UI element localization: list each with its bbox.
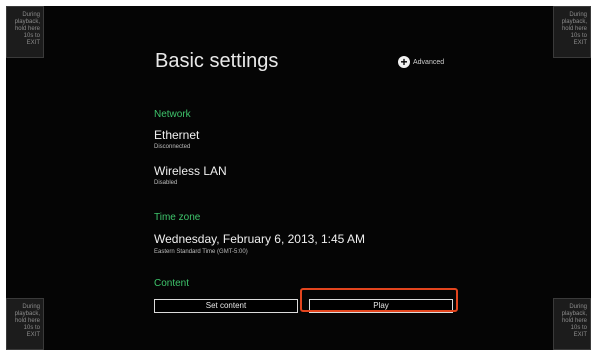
advanced-label: Advanced <box>413 58 445 66</box>
play-button[interactable]: Play <box>309 299 453 313</box>
exit-hotspot-top-right[interactable]: During playback, hold here 10s to EXIT <box>553 6 591 58</box>
timezone-header: Time zone <box>154 212 201 223</box>
plus-circle-icon: + <box>398 56 410 68</box>
set-content-button[interactable]: Set content <box>154 299 298 313</box>
network-header: Network <box>154 109 191 120</box>
exit-hotspot-bottom-right[interactable]: During playback, hold here 10s to EXIT <box>553 298 591 350</box>
exit-hotspot-bottom-left[interactable]: During playback, hold here 10s to EXIT <box>6 298 44 350</box>
page-title: Basic settings <box>155 50 279 72</box>
wireless-lan-status: Disabled <box>154 180 178 186</box>
ethernet-item[interactable]: Ethernet <box>154 128 199 142</box>
advanced-button[interactable]: + Advanced <box>398 56 444 68</box>
ethernet-status: Disconnected <box>154 144 191 150</box>
datetime-item[interactable]: Wednesday, February 6, 2013, 1:45 AM <box>154 232 365 246</box>
timezone-value: Eastern Standard Time (GMT-5:00) <box>154 249 248 255</box>
wireless-lan-item[interactable]: Wireless LAN <box>154 164 227 178</box>
content-header: Content <box>154 278 190 289</box>
exit-hotspot-top-left[interactable]: During playback, hold here 10s to EXIT <box>6 6 44 58</box>
settings-screen: During playback, hold here 10s to EXIT D… <box>6 6 591 350</box>
